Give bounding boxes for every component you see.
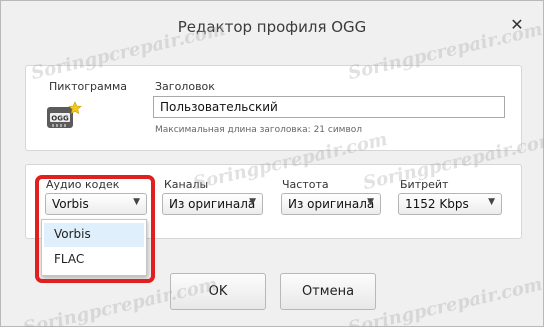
- frequency-select[interactable]: Из оригинала ▼: [281, 193, 381, 215]
- ogg-profile-editor-dialog: Редактор профиля OGG ✕ Пиктограмма OGG З…: [0, 0, 544, 327]
- ok-button[interactable]: OK: [170, 273, 266, 310]
- frequency-value: Из оригинала: [288, 197, 375, 211]
- audio-codec-label: Аудио кодек: [46, 178, 120, 191]
- channels-value: Из оригинала: [169, 197, 256, 211]
- title-bar: Редактор профиля OGG ✕: [1, 1, 543, 53]
- audio-codec-value: Vorbis: [52, 197, 89, 211]
- close-icon[interactable]: ✕: [507, 15, 527, 35]
- audio-codec-dropdown: Vorbis FLAC: [41, 219, 147, 276]
- bitrate-label: Битрейт: [400, 178, 449, 191]
- bitrate-select[interactable]: 1152 Kbps ▼: [398, 193, 502, 215]
- codec-option-flac[interactable]: FLAC: [44, 248, 144, 272]
- frequency-label: Частота: [282, 178, 329, 191]
- icon-label: Пиктограмма: [49, 80, 128, 93]
- channels-select[interactable]: Из оригинала ▼: [162, 193, 263, 215]
- cancel-button[interactable]: Отмена: [280, 273, 376, 310]
- dialog-title: Редактор профиля OGG: [177, 18, 367, 36]
- bitrate-value: 1152 Kbps: [405, 197, 469, 211]
- chevron-down-icon: ▼: [367, 197, 374, 207]
- codec-option-vorbis[interactable]: Vorbis: [44, 223, 144, 247]
- channels-label: Каналы: [164, 178, 209, 191]
- chevron-down-icon: ▼: [249, 197, 256, 207]
- chevron-down-icon: ▼: [488, 197, 495, 207]
- title-length-hint: Максимальная длина заголовка: 21 символ: [155, 125, 363, 135]
- profile-title-input[interactable]: [153, 96, 505, 118]
- svg-text:OGG: OGG: [51, 115, 69, 123]
- audio-codec-select[interactable]: Vorbis ▼: [45, 193, 147, 215]
- title-label: Заголовок: [155, 80, 215, 93]
- ogg-file-icon[interactable]: OGG: [46, 101, 82, 131]
- chevron-down-icon: ▼: [133, 197, 140, 207]
